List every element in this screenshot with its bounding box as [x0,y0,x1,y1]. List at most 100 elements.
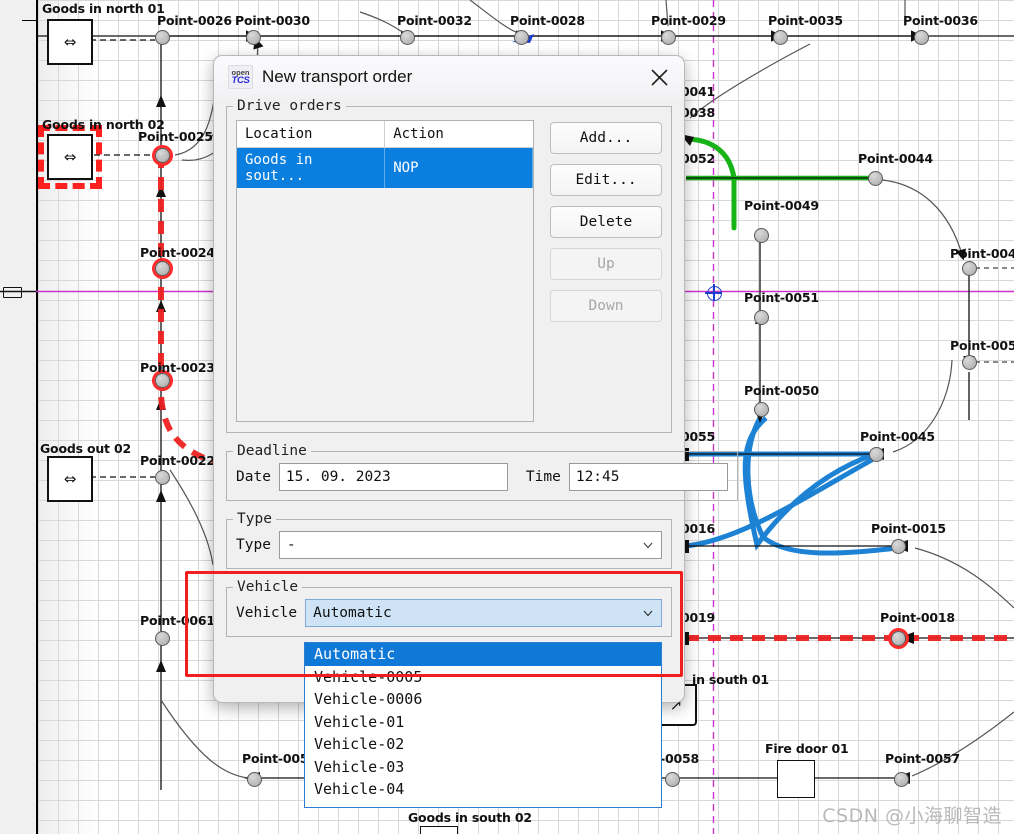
vehicle-dropdown-list[interactable]: Automatic Vehicle-0005 Vehicle-0006 Vehicle… [304,642,662,808]
map-node[interactable] [891,539,906,554]
vehicle-option[interactable]: Automatic [305,643,661,666]
drive-orders-button-column: Add... Edit... Delete Up Down [550,120,662,422]
vehicle-option[interactable]: Vehicle-0006 [305,688,661,711]
vehicle-option[interactable]: Vehicle-01 [305,711,661,734]
location-icon: ⇔ [63,469,77,488]
map-point-label: Point-0050 [744,383,819,398]
map-point-label: Point-0035 [768,13,843,28]
map-node[interactable] [962,355,977,370]
map-node[interactable] [247,772,262,787]
map-point-label: Point-0036 [903,13,978,28]
map-point-label: Point-0026 [157,13,232,28]
table-row[interactable]: Goods in sout... NOP [237,147,533,188]
location-goods-out-02[interactable]: ⇔ [47,456,93,502]
table-header-row: Location Action [237,121,533,148]
new-transport-order-dialog[interactable]: open TCS New transport order Drive order… [213,55,738,703]
origin-ring [707,286,722,301]
map-node[interactable] [661,30,676,45]
vehicle-selected-value: Automatic [313,605,392,621]
map-point-label: Point-0022 [140,453,215,468]
map-node-selected[interactable] [155,148,170,163]
map-node-selected[interactable] [891,631,906,646]
drive-orders-table-wrapper[interactable]: Location Action Goods in sout... NOP [236,120,534,422]
vehicle-option[interactable]: Vehicle-0005 [305,666,661,689]
map-node[interactable] [754,402,769,417]
map-node[interactable] [754,310,769,325]
deadline-group: Deadline Date 15. 09. 2023 Time 12:45 [226,443,738,501]
type-group: Type Type - [226,511,672,569]
map-point-label: Point-0049 [744,198,819,213]
dialog-title: New transport order [262,67,413,86]
location-icon: ⇔ [63,147,77,166]
time-input[interactable]: 12:45 [568,463,728,491]
map-shape[interactable] [420,826,458,834]
map-point-label: Point-004 [950,246,1014,261]
map-point-label: Goods out 02 [40,441,131,456]
close-icon[interactable] [642,61,676,93]
opentcs-logo-icon: open TCS [228,65,253,89]
ruler-handle[interactable] [3,287,22,298]
fire-door-01-shape[interactable] [777,760,815,798]
map-node[interactable] [514,30,529,45]
vehicle-option[interactable]: Vehicle-04 [305,778,661,801]
map-node-selected[interactable] [155,373,170,388]
watermark: CSDN @小海聊智造 [822,805,1002,827]
column-header-action[interactable]: Action [384,121,533,148]
map-node[interactable] [868,171,883,186]
ruler-tick [22,291,36,292]
location-goods-in-north-01[interactable]: ⇔ [47,19,93,65]
map-node[interactable] [155,470,170,485]
drive-orders-table: Location Action Goods in sout... NOP [237,121,533,188]
map-node[interactable] [914,30,929,45]
ruler-tick [22,20,36,21]
map-point-label: Goods in south 02 [408,810,532,825]
map-point-label: Point-0029 [651,13,726,28]
vehicle-option[interactable]: Vehicle-02 [305,733,661,756]
map-node[interactable] [773,30,788,45]
vehicle-group: Vehicle Vehicle Automatic [226,579,672,637]
map-node[interactable] [155,30,170,45]
map-point-label: Point-005 [950,338,1014,353]
map-point-label: Point-0024 [140,245,215,260]
vehicle-legend: Vehicle [237,579,299,595]
map-point-label: -0058 [660,751,699,766]
location-icon: ⇔ [63,32,77,51]
map-node[interactable] [754,228,769,243]
vehicle-combobox[interactable]: Automatic [305,599,662,627]
dialog-body: Drive orders Location Action Goods in so… [214,98,738,637]
column-header-location[interactable]: Location [237,121,386,148]
map-node[interactable] [246,30,261,45]
map-node[interactable] [869,447,884,462]
edit-button[interactable]: Edit... [550,164,662,196]
map-node[interactable] [962,261,977,276]
map-location-label: Goods in north 01 [42,1,165,16]
date-input[interactable]: 15. 09. 2023 [278,463,508,491]
map-node[interactable] [665,772,680,787]
location-goods-in-north-02[interactable]: ⇔ [38,125,102,189]
map-node[interactable] [894,772,909,787]
map-point-label: Point-0044 [858,151,933,166]
type-selected-value: - [286,537,296,553]
chevron-down-icon [643,542,653,549]
map-point-label: Point-0057 [885,751,960,766]
cell-action: NOP [384,147,533,188]
map-point-label: Point-0028 [510,13,585,28]
map-location-label: Goods in north 02 [42,117,165,132]
type-legend: Type [237,511,272,527]
date-label: Date [236,469,271,485]
vehicle-option[interactable]: Vehicle-03 [305,756,661,779]
map-point-label: Point-0061 [140,613,215,628]
left-ruler [0,0,36,834]
type-combobox[interactable]: - [278,531,662,559]
map-point-label: in south 01 [692,672,769,687]
drive-orders-legend: Drive orders [237,98,342,114]
delete-button[interactable]: Delete [550,206,662,238]
deadline-legend: Deadline [237,443,307,459]
map-node[interactable] [400,30,415,45]
add-button[interactable]: Add... [550,122,662,154]
map-point-label: Point-0018 [880,610,955,625]
map-node-selected[interactable] [155,261,170,276]
vehicle-label: Vehicle [236,605,298,621]
map-node[interactable] [155,631,170,646]
map-point-label: Point-0030 [235,13,310,28]
